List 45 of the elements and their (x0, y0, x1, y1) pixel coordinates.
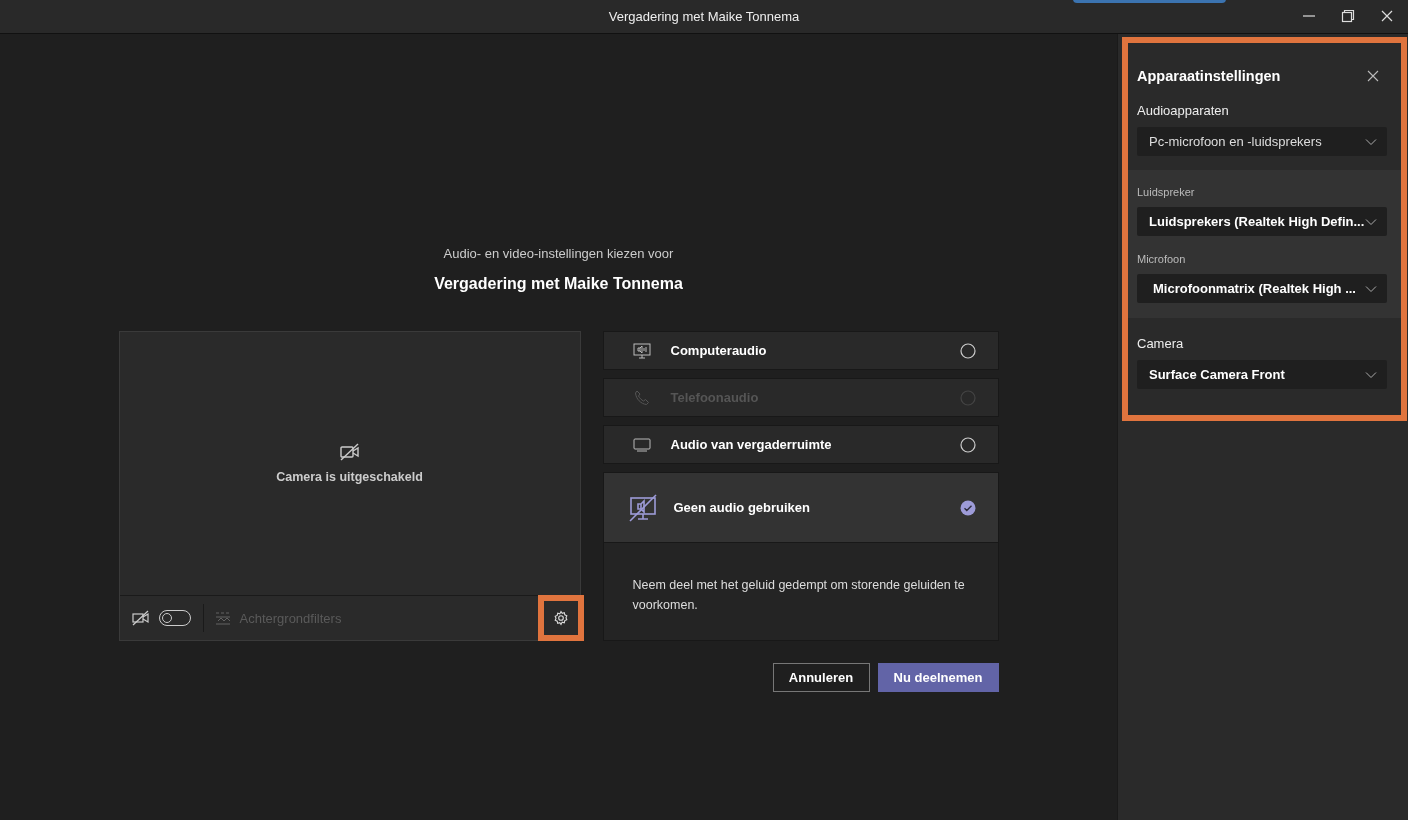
close-icon[interactable] (1367, 70, 1379, 82)
chevron-down-icon (1365, 217, 1377, 226)
option-description: Neem deel met het geluid gedempt om storende geluiden te voorkomen. (632, 578, 965, 612)
audio-option[interactable]: Computeraudio (602, 331, 999, 370)
option-label: Geen audio gebruiken (673, 500, 812, 515)
dropdown-value: Luidsprekers (Realtek High Defin... (1149, 214, 1365, 229)
option-label: Computeraudio (670, 343, 768, 358)
radio-checked-icon (959, 499, 976, 516)
panel-title: Apparaatinstellingen (1137, 68, 1281, 84)
camera-off-icon (338, 443, 361, 461)
audio-device-dropdown[interactable]: Pc-microfoon en -luidsprekers (1137, 127, 1387, 156)
microphone-dropdown[interactable]: Microfoonmatrix (Realtek High ... (1137, 274, 1387, 303)
field-label: Luidspreker (1137, 186, 1196, 198)
camera-off-icon (131, 610, 150, 626)
audio-option[interactable]: Audio van vergaderruimte (602, 425, 999, 464)
dropdown-value: Pc-microfoon en -luidsprekers (1149, 134, 1322, 149)
close-icon[interactable] (1380, 9, 1394, 23)
cancel-button[interactable]: Annuleren (772, 663, 870, 692)
camera-dropdown[interactable]: Surface Camera Front (1137, 360, 1387, 389)
audio-option[interactable]: Geen audio gebruiken (602, 472, 999, 543)
join-button[interactable]: Nu deelnemen (877, 663, 999, 692)
field-label: Microfoon (1137, 253, 1187, 265)
radio-icon (959, 436, 976, 453)
radio-icon (959, 342, 976, 359)
camera-status: Camera is uitgeschakeld (276, 470, 423, 484)
monitor-icon (630, 436, 653, 453)
field-label: Audioapparaten (1137, 103, 1230, 118)
speaker-dropdown[interactable]: Luidsprekers (Realtek High Defin... (1137, 207, 1387, 236)
window-title: Vergadering met Maike Tonnema (608, 9, 800, 24)
field-label: Camera (1137, 336, 1185, 351)
dropdown-value: Microfoonmatrix (Realtek High ... (1153, 281, 1356, 296)
dropdown-value: Surface Camera Front (1149, 367, 1285, 382)
monitor-speaker-icon (630, 342, 653, 359)
settings-button[interactable] (537, 595, 584, 641)
no-audio-icon (627, 493, 658, 522)
chevron-down-icon (1365, 370, 1377, 379)
chevron-down-icon (1365, 137, 1377, 146)
chevron-down-icon (1365, 284, 1377, 293)
filter-icon (214, 611, 231, 625)
option-label: Audio van vergaderruimte (670, 437, 833, 452)
radio-icon (959, 389, 976, 406)
meeting-title: Vergadering met Maike Tonnema (434, 275, 683, 293)
settings-icon (552, 610, 569, 626)
subtitle: Audio- en video-instellingen kiezen voor (443, 246, 674, 261)
restore-icon[interactable] (1341, 9, 1355, 23)
